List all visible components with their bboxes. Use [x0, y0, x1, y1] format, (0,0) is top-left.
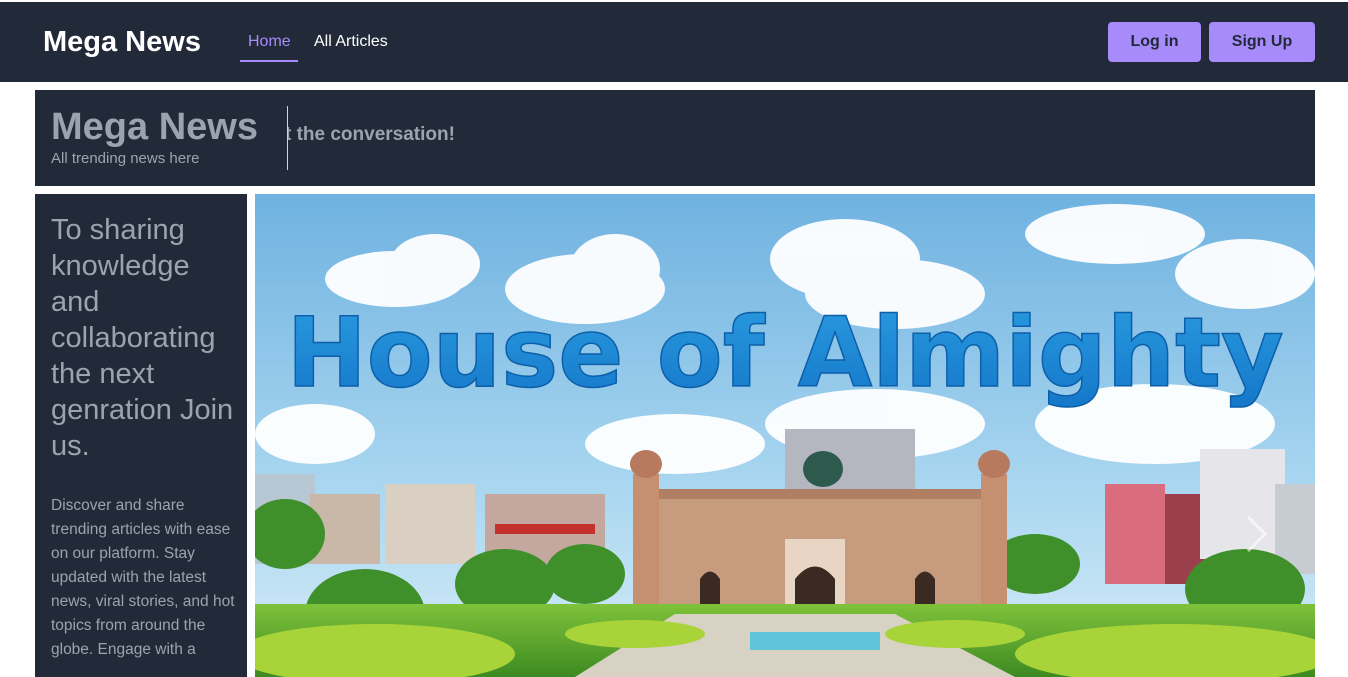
- brand-logo[interactable]: Mega News: [43, 26, 201, 59]
- sidebar-panel: To sharing knowledge and collaborating t…: [35, 194, 247, 677]
- sidebar-heading: To sharing knowledge and collaborating t…: [51, 214, 234, 462]
- nav-link-all-articles[interactable]: All Articles: [314, 33, 388, 51]
- nav-link-home[interactable]: Home: [248, 33, 291, 51]
- top-navbar: Mega News Home All Articles Log in Sign …: [0, 2, 1348, 82]
- carousel-slide-image: House of Almighty: [255, 194, 1315, 677]
- hero-banner: Mega News All trending news here Start t…: [35, 90, 1315, 186]
- ticker-window: Start the conversation!: [288, 122, 1288, 152]
- ticker-text: Start the conversation!: [288, 124, 455, 145]
- hero-title: Mega News: [51, 106, 258, 148]
- slide-caption: House of Almighty: [286, 297, 1283, 409]
- hero-subtitle: All trending news here: [51, 150, 200, 167]
- login-button[interactable]: Log in: [1108, 22, 1201, 62]
- active-tab-indicator: [240, 60, 298, 62]
- image-carousel[interactable]: House of Almighty: [255, 194, 1315, 677]
- signup-button[interactable]: Sign Up: [1209, 22, 1315, 62]
- sidebar-description: Discover and share trending articles wit…: [51, 497, 235, 658]
